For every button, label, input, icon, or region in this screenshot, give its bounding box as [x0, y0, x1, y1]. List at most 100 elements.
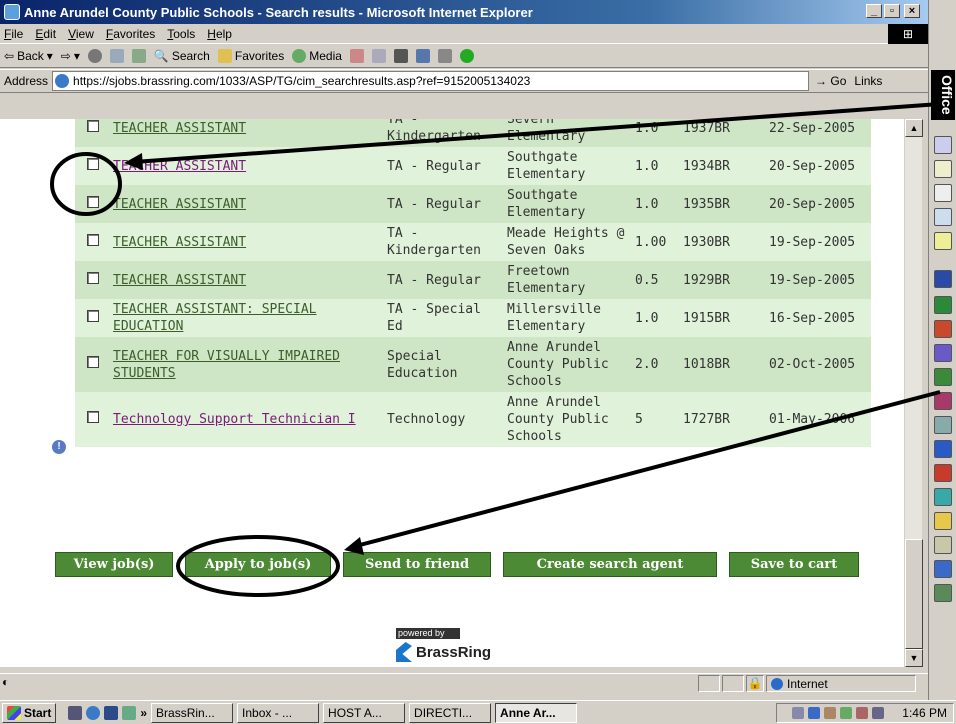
create-search-agent-button[interactable]: Create search agent — [503, 552, 717, 577]
job-title-link[interactable]: TEACHER ASSISTANT: SPECIAL EDUCATION — [113, 302, 317, 334]
apply-jobs-button[interactable]: Apply to job(s) — [185, 552, 331, 577]
network-icon[interactable] — [934, 560, 952, 578]
forward-button[interactable]: ⇨ ▾ — [61, 49, 80, 63]
envelope-icon[interactable] — [872, 707, 885, 719]
antivirus-icon[interactable] — [824, 707, 837, 719]
job-location: Anne Arundel County Public Schools — [503, 392, 631, 447]
media-button[interactable]: Media — [292, 48, 342, 63]
tools-icon[interactable] — [934, 584, 952, 602]
job-checkbox[interactable] — [87, 411, 99, 423]
menu-file[interactable]: File — [4, 27, 23, 41]
scroll-thumb[interactable] — [905, 539, 923, 649]
search-button[interactable]: 🔍 Search — [154, 49, 210, 63]
task-anne-arundel[interactable]: Anne Ar... — [495, 702, 578, 723]
job-checkbox[interactable] — [87, 157, 99, 170]
job-type: TA - Kindergarten — [383, 119, 503, 147]
history-icon[interactable] — [349, 48, 364, 63]
job-title-link[interactable]: TEACHER ASSISTANT — [113, 121, 246, 136]
visio-icon[interactable] — [934, 440, 952, 458]
acrobat-icon[interactable] — [934, 464, 952, 482]
task-icon[interactable] — [934, 184, 952, 202]
volume-icon[interactable] — [792, 707, 805, 719]
infopath-icon[interactable] — [934, 488, 952, 506]
job-title-cell: TEACHER ASSISTANT — [109, 185, 383, 223]
job-row: TEACHER ASSISTANT TA - Kindergarten Meade … — [75, 223, 871, 261]
outlook-mail-icon[interactable] — [934, 136, 952, 154]
job-title-link[interactable]: TEACHER ASSISTANT — [113, 273, 246, 288]
zone-label: Internet — [787, 676, 828, 691]
internet-zone-icon — [771, 677, 783, 690]
address-input[interactable]: https://sjobs.brassring.com/1033/ASP/TG/… — [52, 71, 810, 91]
excel-icon[interactable] — [934, 296, 952, 314]
job-select-cell — [75, 392, 109, 447]
settings-icon[interactable] — [934, 536, 952, 554]
network-tray-icon[interactable] — [808, 707, 821, 719]
mail-icon[interactable] — [371, 48, 386, 63]
scroll-up-icon[interactable]: ▲ — [905, 119, 923, 137]
contact-icon[interactable] — [934, 208, 952, 226]
powerpoint-icon[interactable] — [934, 320, 952, 338]
job-checkbox[interactable] — [87, 356, 99, 368]
messenger-icon[interactable] — [459, 48, 474, 63]
job-row: TEACHER ASSISTANT TA - Regular Southgate E… — [75, 147, 871, 185]
calendar-icon[interactable] — [934, 160, 952, 178]
job-select-cell — [75, 337, 109, 392]
home-icon[interactable] — [131, 48, 146, 63]
menu-favorites[interactable]: Favorites — [106, 27, 155, 41]
frontpage-icon[interactable] — [934, 416, 952, 434]
quicklaunch-more-icon[interactable]: » — [140, 706, 147, 720]
refresh-icon[interactable] — [109, 48, 124, 63]
task-directions[interactable]: DIRECTI... — [409, 702, 492, 723]
word-icon[interactable] — [934, 270, 952, 288]
go-button[interactable]: → Go — [815, 74, 846, 88]
save-to-cart-button[interactable]: Save to cart — [729, 552, 859, 577]
minimize-button[interactable]: _ — [866, 4, 882, 18]
maximize-button[interactable]: ▫ — [884, 4, 900, 18]
menu-view[interactable]: View — [68, 27, 94, 41]
quicklaunch-outlook-icon[interactable] — [122, 705, 137, 720]
note-icon[interactable] — [934, 232, 952, 250]
edit-icon[interactable] — [415, 48, 430, 63]
scroll-down-icon[interactable]: ▼ — [905, 649, 923, 667]
access-icon[interactable] — [934, 344, 952, 362]
job-title-link[interactable]: TEACHER FOR VISUALLY IMPAIRED STUDENTS — [113, 349, 340, 381]
send-to-friend-button[interactable]: Send to friend — [343, 552, 491, 577]
job-checkbox[interactable] — [87, 195, 99, 208]
messenger-tray-icon[interactable] — [856, 707, 869, 719]
forward-arrow-icon: ⇨ — [60, 48, 71, 63]
menu-tools[interactable]: Tools — [167, 27, 195, 41]
project-icon[interactable] — [934, 368, 952, 386]
quicklaunch-desktop-icon[interactable] — [68, 705, 83, 720]
key-icon[interactable] — [934, 512, 952, 530]
vertical-scrollbar[interactable]: ▲ ▼ — [904, 119, 923, 667]
job-title-link[interactable]: Technology Support Technician I — [113, 412, 356, 427]
close-button[interactable]: × — [904, 4, 920, 18]
discuss-icon[interactable] — [437, 48, 452, 63]
job-title-link[interactable]: TEACHER ASSISTANT — [113, 235, 246, 250]
links-button[interactable]: Links — [854, 74, 882, 88]
job-checkbox[interactable] — [87, 119, 99, 132]
job-checkbox[interactable] — [87, 309, 99, 322]
job-row: TEACHER FOR VISUALLY IMPAIRED STUDENTS Sp… — [75, 337, 871, 392]
task-host[interactable]: HOST A... — [323, 702, 406, 723]
job-location: Meade Heights @ Seven Oaks — [503, 223, 631, 261]
view-jobs-button[interactable]: View job(s) — [55, 552, 173, 577]
menu-help[interactable]: Help — [207, 27, 232, 41]
job-checkbox[interactable] — [87, 271, 99, 284]
publisher-icon[interactable] — [934, 392, 952, 410]
task-brassring[interactable]: BrassRin... — [151, 702, 234, 723]
task-inbox[interactable]: Inbox - ... — [237, 702, 320, 723]
print-icon[interactable] — [393, 48, 408, 63]
job-title-link[interactable]: TEACHER ASSISTANT — [113, 197, 246, 212]
job-row: TEACHER ASSISTANT TA - Regular Freetown El… — [75, 261, 871, 299]
start-button[interactable]: Start — [2, 702, 57, 723]
back-button[interactable]: ⇦ Back ▾ — [4, 49, 53, 63]
quicklaunch-ie-icon[interactable] — [86, 705, 101, 720]
job-checkbox[interactable] — [87, 233, 99, 246]
favorites-button[interactable]: Favorites — [217, 48, 284, 63]
quicklaunch-app-icon[interactable] — [104, 705, 119, 720]
job-title-link[interactable]: TEACHER ASSISTANT — [113, 159, 246, 174]
stop-icon[interactable] — [87, 48, 102, 63]
sync-icon[interactable] — [840, 707, 853, 719]
menu-edit[interactable]: Edit — [35, 27, 56, 41]
